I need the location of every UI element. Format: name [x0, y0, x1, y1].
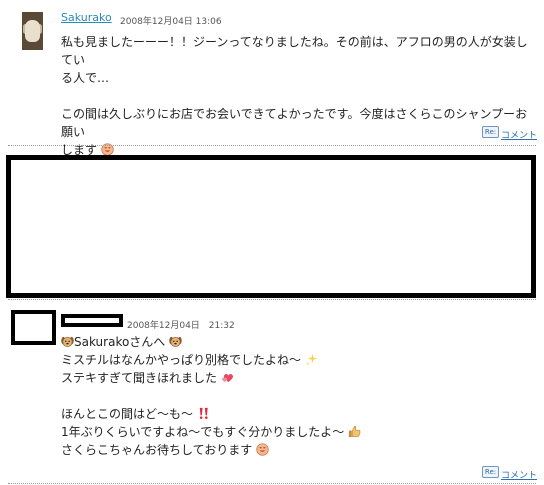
- comment-line: さくらこちゃんお待ちしております: [61, 441, 533, 459]
- comment-line-text: さくらこちゃんお待ちしております: [61, 443, 253, 457]
- comment-line: る人で…: [61, 71, 110, 85]
- redacted-box: [6, 155, 536, 298]
- comment-line-text: Sakurakoさんへ: [74, 335, 166, 349]
- comment-datetime: 2008年12月04日 21:32: [127, 321, 235, 331]
- comment-line-text: ミスチルはなんかやっぱり別格でしたよね～: [61, 353, 302, 367]
- dog-emoji-icon: [169, 336, 182, 347]
- sparkle-icon: [305, 353, 317, 366]
- re-icon[interactable]: Re:: [482, 466, 499, 478]
- thumbs-up-icon: [349, 426, 361, 438]
- comment-line-text: ステキすぎて聞きほれました: [61, 371, 218, 385]
- comment-line: ミスチルはなんかやっぱり別格でしたよね～: [61, 351, 533, 369]
- comment-line: 1年ぶりくらいですよね～でもすぐ分かりましたよ～: [61, 423, 533, 441]
- comment-line: ステキすぎて聞きほれました: [61, 369, 533, 387]
- dog-emoji-icon: [61, 336, 74, 347]
- redacted-avatar: [11, 310, 56, 345]
- comment-line: この間は久しぶりにお店でお会いできてよかったです。今度はさくらこのシャンプーお願…: [61, 107, 528, 139]
- comment-body: Sakurakoさんへ ミスチルはなんかやっぱり別格でしたよね～ ステキすぎて聞…: [61, 333, 533, 459]
- comment-line: Sakurakoさんへ: [61, 333, 533, 351]
- comment-body: 私も見ましたーーー！！ジーンってなりましたね。その前は、アフロの男の人が女装して…: [61, 33, 533, 159]
- divider: [8, 483, 536, 484]
- heart-icon: [221, 374, 233, 383]
- smile-emoji-icon: [256, 443, 269, 456]
- divider: [8, 145, 536, 146]
- reply-comment-link[interactable]: コメント: [501, 468, 537, 481]
- comment-line: ほんとこの間はど～も～: [61, 405, 533, 423]
- redacted-author: [61, 314, 123, 327]
- divider: [8, 299, 536, 300]
- reply-comment-link[interactable]: コメント: [501, 128, 537, 141]
- comment-author-link[interactable]: Sakurako: [61, 11, 112, 24]
- re-icon[interactable]: Re:: [482, 126, 499, 138]
- comment-line-text: 1年ぶりくらいですよね～でもすぐ分かりましたよ～: [61, 425, 345, 439]
- comment-datetime: 2008年12月04日 13:06: [120, 17, 222, 27]
- avatar[interactable]: [22, 12, 43, 50]
- exclamation-icon: [199, 407, 208, 419]
- comment-line: 私も見ましたーーー！！ジーンってなりましたね。その前は、アフロの男の人が女装して…: [61, 35, 528, 67]
- comment-line-text: ほんとこの間はど～も～: [61, 407, 194, 421]
